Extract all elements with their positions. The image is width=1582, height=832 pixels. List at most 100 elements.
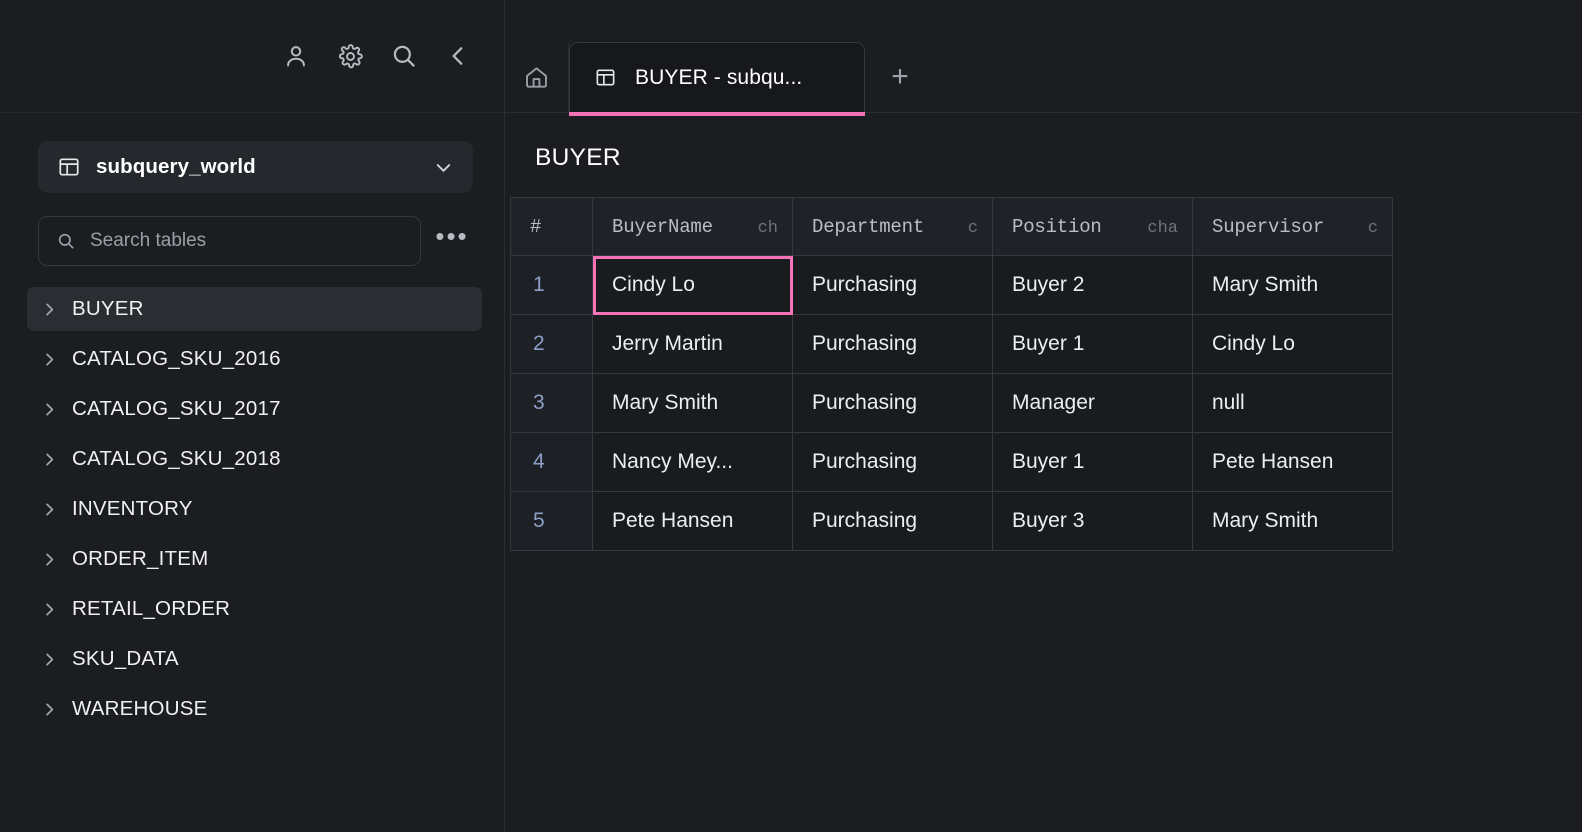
row-number: 2 xyxy=(511,315,593,374)
cell-buyername[interactable]: Pete Hansen xyxy=(593,492,793,551)
table-row[interactable]: 2 Jerry Martin Purchasing Buyer 1 Cindy … xyxy=(511,315,1393,374)
cell-department[interactable]: Purchasing xyxy=(793,256,993,315)
data-grid-wrapper: # BuyerName ch Dep xyxy=(505,197,1582,832)
chevron-right-icon[interactable] xyxy=(40,650,72,669)
chevron-right-icon[interactable] xyxy=(40,600,72,619)
chevron-right-icon[interactable] xyxy=(40,700,72,719)
cell-position[interactable]: Buyer 3 xyxy=(993,492,1193,551)
tab-label: BUYER - subqu... xyxy=(635,66,802,90)
table-list-item-order-item[interactable]: ORDER_ITEM xyxy=(27,537,482,581)
cell-supervisor[interactable]: Mary Smith xyxy=(1193,256,1393,315)
search-icon xyxy=(56,231,76,251)
column-header-type: c xyxy=(968,219,978,238)
page-title: BUYER xyxy=(505,113,1582,197)
cell-buyername[interactable]: Jerry Martin xyxy=(593,315,793,374)
column-header-label: Position xyxy=(1012,216,1102,238)
cell-department[interactable]: Purchasing xyxy=(793,492,993,551)
column-header-label: Department xyxy=(812,216,924,238)
account-icon[interactable] xyxy=(272,32,320,80)
row-number: 3 xyxy=(511,374,593,433)
column-header-rownum[interactable]: # xyxy=(511,198,593,256)
cell-buyername[interactable]: Nancy Mey... xyxy=(593,433,793,492)
row-number: 1 xyxy=(511,256,593,315)
database-selector[interactable]: subquery_world xyxy=(38,141,473,193)
database-table-icon xyxy=(57,155,81,179)
table-list-item-catalog-sku-2016[interactable]: CATALOG_SKU_2016 xyxy=(27,337,482,381)
cell-buyername[interactable]: Cindy Lo xyxy=(593,256,793,315)
table-list-item-label: CATALOG_SKU_2016 xyxy=(72,347,281,371)
sidebar-more-options-icon[interactable]: ••• xyxy=(431,220,473,262)
chevron-right-icon[interactable] xyxy=(40,450,72,469)
column-header-type: cha xyxy=(1147,219,1178,238)
tab-buyer-subquery[interactable]: BUYER - subqu... xyxy=(569,42,865,112)
search-tables-box[interactable] xyxy=(38,216,421,266)
table-list-item-catalog-sku-2018[interactable]: CATALOG_SKU_2018 xyxy=(27,437,482,481)
table-row[interactable]: 1 Cindy Lo Purchasing Buyer 2 Mary Smith xyxy=(511,256,1393,315)
cell-position[interactable]: Buyer 1 xyxy=(993,433,1193,492)
tab-bar: BUYER - subqu... + xyxy=(505,0,1582,113)
table-search-row: ••• xyxy=(38,216,473,266)
cell-buyername[interactable]: Mary Smith xyxy=(593,374,793,433)
search-tables-input[interactable] xyxy=(90,230,406,252)
chevron-down-icon[interactable] xyxy=(432,156,455,179)
table-list-item-inventory[interactable]: INVENTORY xyxy=(27,487,482,531)
chevron-right-icon[interactable] xyxy=(40,300,72,319)
cell-department[interactable]: Purchasing xyxy=(793,374,993,433)
column-header-buyername[interactable]: BuyerName ch xyxy=(593,198,793,256)
cell-position[interactable]: Buyer 1 xyxy=(993,315,1193,374)
sidebar-body: subquery_world •• xyxy=(0,113,504,832)
header-row: # BuyerName ch Dep xyxy=(511,198,1393,256)
cell-position[interactable]: Buyer 2 xyxy=(993,256,1193,315)
table-list-item-catalog-sku-2017[interactable]: CATALOG_SKU_2017 xyxy=(27,387,482,431)
data-grid-body: 1 Cindy Lo Purchasing Buyer 2 Mary Smith… xyxy=(511,256,1393,551)
row-number: 4 xyxy=(511,433,593,492)
cell-supervisor[interactable]: Mary Smith xyxy=(1193,492,1393,551)
sidebar: subquery_world •• xyxy=(0,0,505,832)
table-row[interactable]: 4 Nancy Mey... Purchasing Buyer 1 Pete H… xyxy=(511,433,1393,492)
cell-supervisor[interactable]: null xyxy=(1193,374,1393,433)
table-list: BUYER CATALOG_SKU_2016 CATALOG_SKU_2017 xyxy=(0,287,504,832)
table-list-item-label: SKU_DATA xyxy=(72,647,179,671)
cell-position[interactable]: Manager xyxy=(993,374,1193,433)
main-panel: BUYER - subqu... + BUYER xyxy=(505,0,1582,832)
chevron-right-icon[interactable] xyxy=(40,550,72,569)
table-list-item-label: CATALOG_SKU_2017 xyxy=(72,397,281,421)
table-icon xyxy=(594,66,617,89)
cell-supervisor[interactable]: Cindy Lo xyxy=(1193,315,1393,374)
column-header-department[interactable]: Department c xyxy=(793,198,993,256)
column-header-supervisor[interactable]: Supervisor c xyxy=(1193,198,1393,256)
settings-gear-icon[interactable] xyxy=(326,32,374,80)
cell-department[interactable]: Purchasing xyxy=(793,315,993,374)
table-list-item-label: BUYER xyxy=(72,297,144,321)
row-number: 5 xyxy=(511,492,593,551)
new-tab-button[interactable]: + xyxy=(865,42,935,112)
table-row[interactable]: 3 Mary Smith Purchasing Manager null xyxy=(511,374,1393,433)
chevron-right-icon[interactable] xyxy=(40,350,72,369)
column-header-position[interactable]: Position cha xyxy=(993,198,1193,256)
column-header-label: BuyerName xyxy=(612,216,713,238)
data-grid: # BuyerName ch Dep xyxy=(510,197,1393,551)
cell-supervisor[interactable]: Pete Hansen xyxy=(1193,433,1393,492)
table-list-item-label: CATALOG_SKU_2018 xyxy=(72,447,281,471)
app-root: subquery_world •• xyxy=(0,0,1582,832)
content-area: BUYER # xyxy=(505,113,1582,832)
table-row[interactable]: 5 Pete Hansen Purchasing Buyer 3 Mary Sm… xyxy=(511,492,1393,551)
table-list-item-label: RETAIL_ORDER xyxy=(72,597,230,621)
chevron-right-icon[interactable] xyxy=(40,400,72,419)
cell-department[interactable]: Purchasing xyxy=(793,433,993,492)
database-name: subquery_world xyxy=(96,155,417,179)
table-list-item-buyer[interactable]: BUYER xyxy=(27,287,482,331)
table-list-item-warehouse[interactable]: WAREHOUSE xyxy=(27,687,482,731)
table-list-item-label: ORDER_ITEM xyxy=(72,547,208,571)
search-icon[interactable] xyxy=(380,32,428,80)
active-tab-indicator xyxy=(569,112,865,116)
chevron-right-icon[interactable] xyxy=(40,500,72,519)
column-header-label: Supervisor xyxy=(1212,216,1324,238)
column-header-label: # xyxy=(530,216,541,238)
table-list-item-retail-order[interactable]: RETAIL_ORDER xyxy=(27,587,482,631)
collapse-sidebar-icon[interactable] xyxy=(434,32,482,80)
table-list-item-label: INVENTORY xyxy=(72,497,193,521)
table-list-item-label: WAREHOUSE xyxy=(72,697,207,721)
home-icon[interactable] xyxy=(505,42,569,112)
table-list-item-sku-data[interactable]: SKU_DATA xyxy=(27,637,482,681)
